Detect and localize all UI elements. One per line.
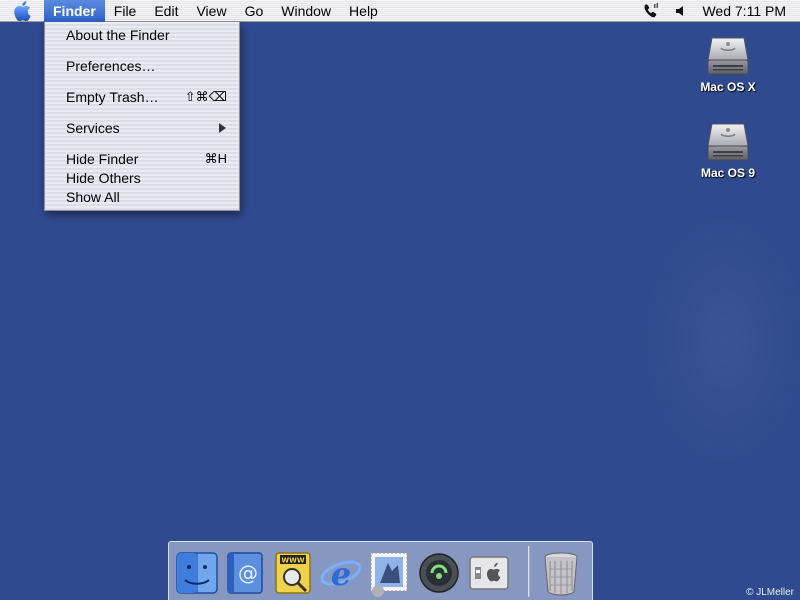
dock-internet-explorer[interactable]: e	[318, 547, 364, 597]
menu-item-hide-others[interactable]: Hide Others	[45, 168, 239, 187]
svg-text:e: e	[331, 555, 351, 593]
dock-mail-stamp[interactable]	[366, 547, 412, 597]
menu-item-label: Hide Others	[66, 169, 141, 186]
quicktime-icon	[419, 553, 459, 593]
apple-menu[interactable]	[0, 0, 44, 22]
svg-text:@: @	[238, 561, 258, 585]
desktop-icon-macosx[interactable]: Mac OS X	[683, 34, 773, 96]
finder-icon	[176, 552, 218, 594]
mail-stamp-icon	[370, 552, 408, 597]
menu-item-shortcut: ⌘H	[204, 150, 227, 166]
menu-item-label: About the Finder	[66, 26, 170, 43]
apple-logo-icon	[14, 0, 31, 21]
dock-quicktime[interactable]	[416, 547, 462, 597]
system-preferences-icon	[469, 556, 509, 590]
menu-item-hide-finder[interactable]: Hide Finder ⌘H	[45, 149, 239, 168]
internet-explorer-icon: e	[320, 555, 362, 593]
menu-edit[interactable]: Edit	[145, 0, 187, 22]
menu-item-label: Preferences…	[66, 57, 156, 74]
submenu-arrow-icon	[219, 122, 226, 133]
dock-trash[interactable]	[538, 547, 584, 597]
menu-view[interactable]: View	[187, 0, 235, 22]
finder-menu-dropdown: About the Finder Preferences… Empty Tras…	[44, 22, 240, 211]
dock-divider	[528, 546, 530, 597]
menu-help[interactable]: Help	[340, 0, 387, 22]
desktop-icon-label: Mac OS 9	[700, 166, 756, 180]
trash-icon	[544, 552, 578, 596]
menu-item-show-all[interactable]: Show All	[45, 187, 239, 206]
menu-window[interactable]: Window	[272, 0, 340, 22]
desktop-background-glow	[640, 210, 800, 470]
dock-sherlock[interactable]: WWW	[270, 547, 316, 597]
dock-system-preferences[interactable]	[466, 547, 512, 597]
menu-item-services[interactable]: Services	[45, 118, 239, 137]
menu-item-label: Services	[66, 119, 120, 136]
credit-watermark: © JLMeller	[746, 587, 794, 598]
menu-finder[interactable]: Finder	[44, 0, 105, 22]
menu-item-about-finder[interactable]: About the Finder	[45, 25, 239, 44]
menu-bar: Finder File Edit View Go Window Help Wed…	[0, 0, 800, 22]
hard-drive-icon	[707, 123, 749, 161]
menu-item-label: Show All	[66, 188, 120, 205]
phone-modem-icon[interactable]	[642, 3, 660, 19]
dock: @ WWW e	[168, 541, 593, 600]
dock-finder[interactable]	[174, 547, 220, 597]
desktop-icon-label: Mac OS X	[700, 80, 756, 94]
speaker-volume-icon[interactable]	[674, 4, 688, 18]
menu-item-empty-trash[interactable]: Empty Trash… ⇧⌘⌫	[45, 87, 239, 106]
menu-item-shortcut: ⇧⌘⌫	[184, 88, 227, 104]
menu-item-label: Hide Finder	[66, 150, 139, 167]
menubar-clock[interactable]: Wed 7:11 PM	[702, 3, 786, 19]
menubar-status-area: Wed 7:11 PM	[642, 0, 800, 22]
mail-icon: @	[227, 552, 263, 594]
svg-text:WWW: WWW	[281, 557, 304, 565]
menu-item-preferences[interactable]: Preferences…	[45, 56, 239, 75]
desktop-icon-macos9[interactable]: Mac OS 9	[683, 120, 773, 182]
hard-drive-icon	[707, 37, 749, 75]
menu-item-label: Empty Trash…	[66, 88, 159, 105]
dock-mail[interactable]: @	[222, 547, 268, 597]
menu-go[interactable]: Go	[236, 0, 273, 22]
sherlock-icon: WWW	[275, 552, 311, 594]
menu-file[interactable]: File	[105, 0, 146, 22]
